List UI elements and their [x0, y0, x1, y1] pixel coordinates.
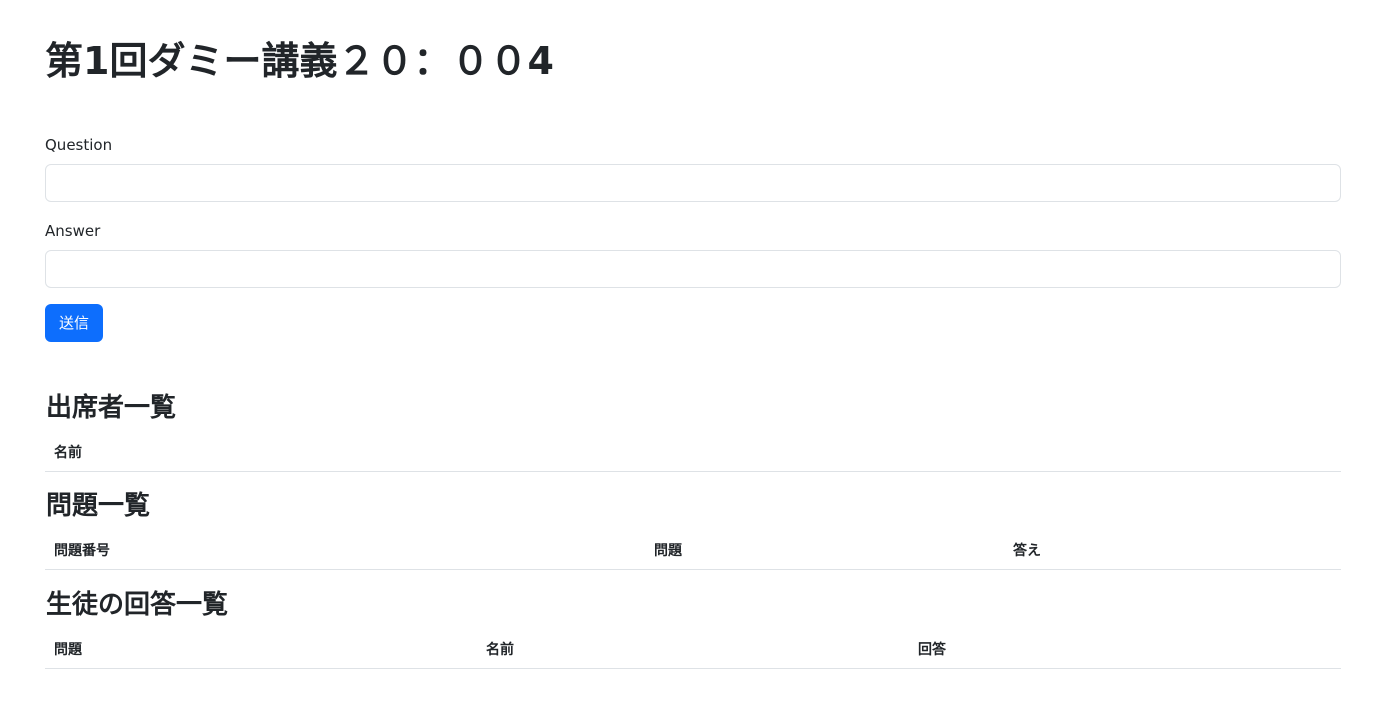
questions-col-answer: 答え — [1013, 543, 1041, 559]
answer-input[interactable] — [45, 250, 1341, 288]
page: 第1回ダミー講義２０：００4 Question Answer 送信 出席者一覧 … — [0, 0, 1393, 709]
attendees-col-name: 名前 — [54, 445, 82, 461]
questions-col-question: 問題 — [654, 543, 682, 559]
student-answers-heading: 生徒の回答一覧 — [46, 590, 229, 620]
answer-label: Answer — [45, 222, 101, 240]
questions-heading: 問題一覧 — [46, 491, 151, 521]
question-label: Question — [45, 136, 113, 154]
questions-table-header: 問題番号 問題 答え — [45, 532, 1341, 570]
question-input[interactable] — [45, 164, 1341, 202]
student-answers-table-header: 問題 名前 回答 — [45, 631, 1341, 669]
student-answers-col-answer: 回答 — [918, 642, 946, 658]
submit-button[interactable]: 送信 — [45, 304, 103, 342]
attendees-table-header: 名前 — [45, 434, 1341, 472]
page-title: 第1回ダミー講義２０：００4 — [45, 39, 554, 83]
questions-col-number: 問題番号 — [54, 543, 110, 559]
student-answers-col-name: 名前 — [486, 642, 514, 658]
attendees-heading: 出席者一覧 — [46, 393, 177, 423]
student-answers-col-question: 問題 — [54, 642, 82, 658]
